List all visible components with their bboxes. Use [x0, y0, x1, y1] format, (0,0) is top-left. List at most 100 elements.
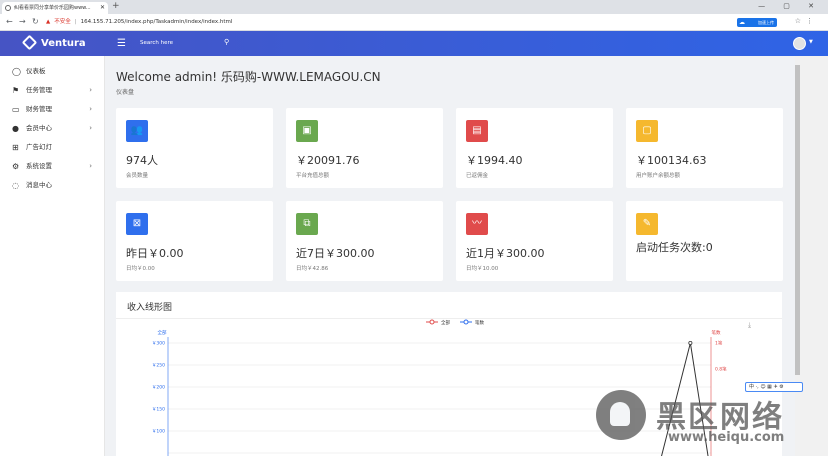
chevron-down-icon[interactable]: ▼: [809, 39, 813, 45]
avatar[interactable]: [793, 37, 806, 50]
menu-toggle-icon[interactable]: ☰: [117, 38, 126, 49]
favicon-icon: [5, 5, 11, 11]
browser-menu-icons[interactable]: ☆⋮: [795, 17, 818, 25]
y-left-axis-label: 全部: [158, 329, 167, 336]
card-icon: ▤: [466, 120, 488, 142]
data-point: [688, 340, 693, 345]
sidebar-item-2[interactable]: ▭ 财务管理 ›: [0, 100, 104, 119]
tab-close-icon[interactable]: ✕: [100, 2, 105, 14]
app-header: Ventura ☰ ⚲ ▼: [0, 31, 828, 56]
sidebar-item-label: 广告幻灯: [26, 143, 52, 151]
flag-icon: ⚑: [12, 86, 20, 95]
logo-icon: [21, 34, 38, 51]
chevron-right-icon: ›: [89, 86, 92, 94]
watermark: 黑区网络 www.heiqu.com: [596, 390, 816, 452]
browser-tab[interactable]: 纠看看票同分享单价乐园购www... ✕: [2, 2, 108, 14]
y-left-tick-label: ￥200: [152, 385, 165, 391]
brand[interactable]: Ventura: [21, 34, 86, 51]
url-text: 164.155.71.205/index.php/Taskadmin/index…: [80, 19, 233, 25]
window-controls[interactable]: — ▢ ✕: [758, 2, 822, 10]
stat-value: 近1月￥300.00: [466, 247, 545, 260]
y-left-tick-label: ￥100: [152, 429, 165, 435]
browser-tab-bar: 纠看看票同分享单价乐园购www... ✕ + — ▢ ✕: [0, 0, 828, 14]
stat-card: ▤ ￥1994.40 已返佣金: [456, 108, 613, 188]
sidebar-item-4[interactable]: ⊞ 广告幻灯: [0, 138, 104, 157]
sidebar-item-0[interactable]: ◯ 仪表板: [0, 62, 104, 81]
y-right-tick-label: 0.8笔: [715, 366, 727, 373]
legend-label: 笔数: [475, 319, 484, 326]
y-right-axis-label: 笔数: [712, 329, 721, 336]
address-bar: ← → ↻ ▲ 不安全 | 164.155.71.205/index.php/Task…: [0, 14, 828, 31]
sidebar-item-label: 消息中心: [26, 181, 52, 189]
url-field[interactable]: ▲ 不安全 | 164.155.71.205/index.php/Taskadmin/…: [46, 16, 696, 29]
watermark-url: www.heiqu.com: [668, 430, 785, 445]
stat-label: 平台充值总额: [296, 173, 330, 179]
stat-label: 日均￥42.86: [296, 266, 329, 272]
stat-value: 974人: [126, 154, 158, 167]
chart-title: 收入线形图: [127, 303, 173, 313]
users-icon: 👥: [126, 120, 148, 142]
chevron-right-icon: ›: [89, 124, 92, 132]
stat-value: ￥100134.63: [636, 154, 707, 167]
legend-marker: [463, 319, 469, 325]
stat-value: ￥20091.76: [296, 154, 360, 167]
browser-tab-title: 纠看看票同分享单价乐园购www...: [14, 5, 91, 11]
stat-card: ⊠ 昨日￥0.00 日均￥0.00: [116, 201, 273, 281]
chevron-right-icon: ›: [89, 105, 92, 113]
money-icon: ▣: [296, 120, 318, 142]
legend-label: 全部: [441, 319, 450, 326]
sidebar-item-6[interactable]: ◌ 消息中心: [0, 176, 104, 195]
dashboard-icon: ◯: [12, 67, 21, 76]
insecure-warning-icon: ▲: [46, 19, 51, 25]
brand-name: Ventura: [41, 38, 86, 49]
sidebar-item-label: 仪表板: [26, 67, 46, 75]
reload-icon[interactable]: ↻: [32, 17, 39, 26]
search-icon[interactable]: ⚲: [224, 38, 229, 46]
folder-icon: ▢: [636, 120, 658, 142]
stat-label: 日均￥0.00: [126, 266, 155, 272]
stat-value: 昨日￥0.00: [126, 247, 184, 260]
y-left-tick-label: ￥250: [152, 363, 165, 369]
upload-extension-button[interactable]: ☁ 加速上传: [737, 18, 777, 27]
stat-card: 〰近1月￥300.00 日均￥10.00: [456, 201, 613, 281]
new-tab-button[interactable]: +: [112, 1, 120, 11]
chevron-right-icon: ›: [89, 162, 92, 170]
chart-legend: 全部 笔数: [426, 319, 484, 326]
page-title: Welcome admin! 乐码购-WWW.LEMAGOU.CN: [116, 70, 381, 84]
copy-icon: ⧉: [296, 213, 318, 235]
sidebar-item-3[interactable]: ● 会员中心 ›: [0, 119, 104, 138]
sidebar-item-label: 财务管理: [26, 105, 52, 113]
forward-icon[interactable]: →: [19, 17, 26, 26]
stat-card: ▣ ￥20091.76 平台充值总额: [286, 108, 443, 188]
y-right-tick-label: 1笔: [715, 340, 723, 347]
download-icon[interactable]: ⤓: [748, 321, 751, 329]
sidebar: ◯ 仪表板 ⚑ 任务管理 › ▭ 财务管理 › ● 会员中心 › ⊞ 广告幻灯 ⚙ 系统设置 › ◌ 消息中心: [0, 56, 105, 456]
stat-value: ￥1994.40: [466, 154, 523, 167]
stat-label: 已返佣金: [466, 173, 489, 179]
sidebar-item-1[interactable]: ⚑ 任务管理 ›: [0, 81, 104, 100]
breadcrumb: 仪表盘: [116, 89, 135, 96]
stat-value: 近7日￥300.00: [296, 247, 375, 260]
stat-value: 启动任务次数:0: [636, 241, 713, 254]
sidebar-item-label: 会员中心: [26, 124, 52, 132]
trend-icon: 〰: [466, 213, 488, 235]
drive-icon: ▭: [12, 105, 20, 114]
gear-icon: ⚙: [12, 162, 20, 171]
user-icon: ●: [12, 124, 19, 133]
sidebar-item-5[interactable]: ⚙ 系统设置 ›: [0, 157, 104, 176]
stat-card: ✎ 启动任务次数:0: [626, 201, 783, 281]
back-icon[interactable]: ←: [6, 17, 13, 26]
cloud-icon: ☁: [739, 19, 745, 26]
stat-label: 会员数量: [126, 173, 149, 179]
y-left-tick-label: ￥150: [152, 407, 165, 413]
sidebar-item-label: 任务管理: [26, 86, 52, 94]
stat-card: ▢ ￥100134.63 用户账户余额总额: [626, 108, 783, 188]
scroll-thumb[interactable]: [795, 65, 800, 375]
legend-marker: [429, 319, 435, 325]
sidebar-item-label: 系统设置: [26, 162, 52, 170]
y-left-tick-label: ￥300: [152, 341, 165, 347]
stat-label: 用户账户余额总额: [636, 173, 681, 179]
watermark-logo-icon: [596, 390, 646, 440]
stat-card: 👥 974人会员数量: [116, 108, 273, 188]
message-icon: ◌: [12, 181, 19, 190]
